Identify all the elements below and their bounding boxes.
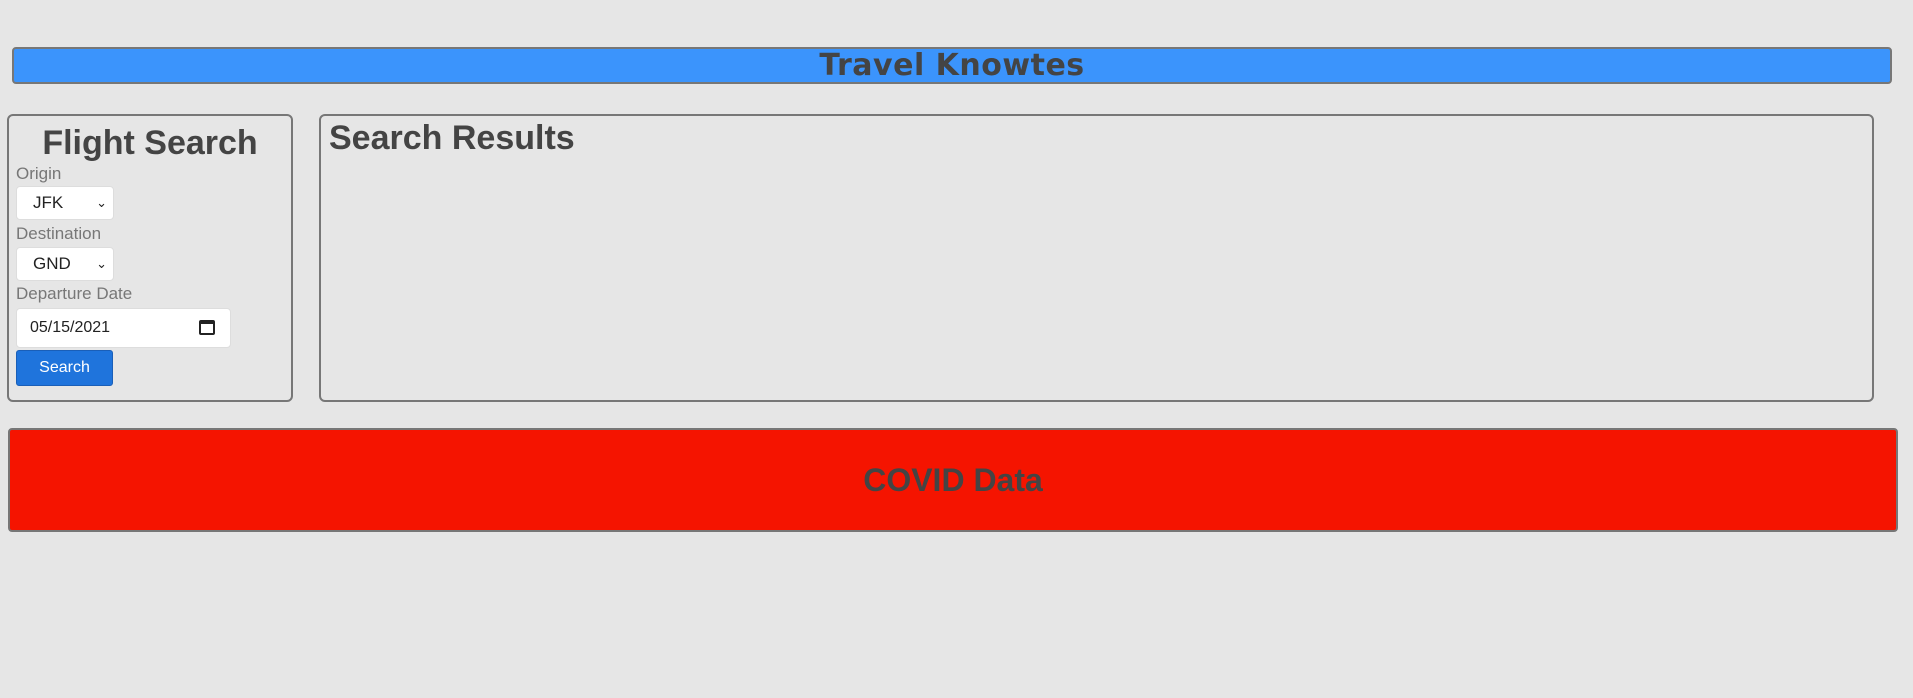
- chevron-down-icon: ⌄: [96, 195, 107, 210]
- flight-search-panel: Flight Search Origin JFK ⌄ Destination G…: [7, 114, 293, 402]
- covid-data-title: COVID Data: [863, 461, 1043, 498]
- header-bar: Travel Knowtes: [12, 47, 1892, 84]
- site-title: Travel Knowtes: [819, 48, 1085, 83]
- origin-value: JFK: [33, 193, 64, 212]
- search-button[interactable]: Search: [16, 350, 113, 386]
- destination-value: GND: [33, 254, 71, 273]
- search-results-title: Search Results: [329, 119, 575, 157]
- covid-data-panel: COVID Data: [8, 428, 1898, 532]
- origin-label: Origin: [16, 164, 62, 183]
- search-results-panel: Search Results: [319, 114, 1874, 402]
- departure-date-input[interactable]: 05/15/2021: [16, 308, 231, 348]
- chevron-down-icon: ⌄: [96, 256, 107, 271]
- departure-date-value: 05/15/2021: [30, 319, 111, 336]
- departure-date-label: Departure Date: [16, 284, 133, 303]
- flight-search-title: Flight Search: [42, 124, 258, 162]
- origin-select[interactable]: JFK ⌄: [16, 186, 114, 220]
- destination-select[interactable]: GND ⌄: [16, 247, 114, 281]
- destination-label: Destination: [16, 224, 102, 243]
- calendar-icon[interactable]: [199, 320, 215, 335]
